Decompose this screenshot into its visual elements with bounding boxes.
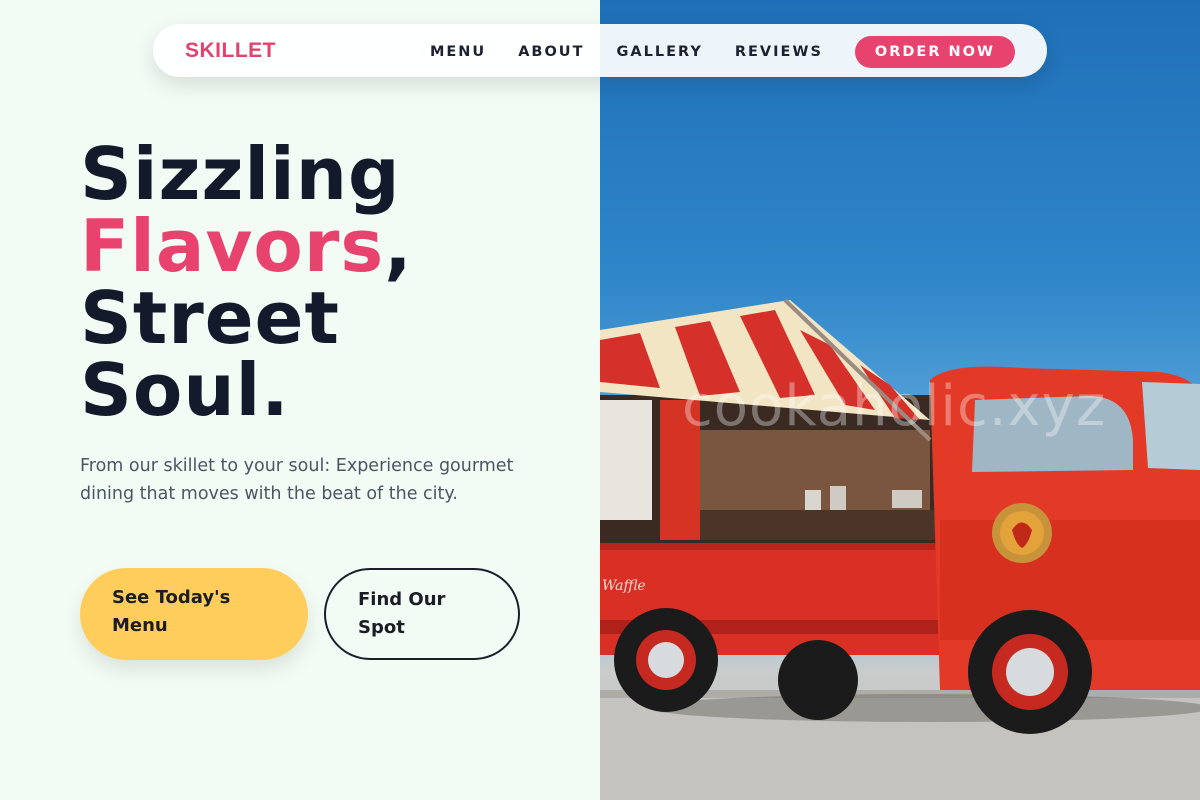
watermark-text: cookaholic.xyz	[682, 374, 1107, 439]
headline-comma: ,	[384, 204, 413, 288]
nav-link-about[interactable]: ABOUT	[518, 44, 584, 60]
nav-link-reviews[interactable]: REVIEWS	[735, 44, 823, 60]
headline-line-4: Soul.	[80, 348, 290, 432]
find-spot-button[interactable]: Find Our Spot	[324, 568, 520, 660]
navbar: SKILLET MENU ABOUT GALLERY REVIEWS ORDER…	[153, 24, 1047, 77]
order-now-button[interactable]: ORDER NOW	[854, 36, 1015, 68]
nav-links: MENU ABOUT GALLERY REVIEWS ORDER NOW	[398, 36, 1015, 68]
hero-headline: Sizzling Flavors, Street Soul.	[80, 138, 413, 426]
nav-link-menu[interactable]: MENU	[430, 44, 486, 60]
hero-subtitle: From our skillet to your soul: Experienc…	[80, 456, 514, 504]
see-menu-button[interactable]: See Today's Menu	[80, 568, 308, 660]
brand-logo[interactable]: SKILLET	[185, 39, 276, 63]
truck-lettering: Waffle	[602, 578, 646, 594]
nav-link-gallery[interactable]: GALLERY	[616, 44, 702, 60]
